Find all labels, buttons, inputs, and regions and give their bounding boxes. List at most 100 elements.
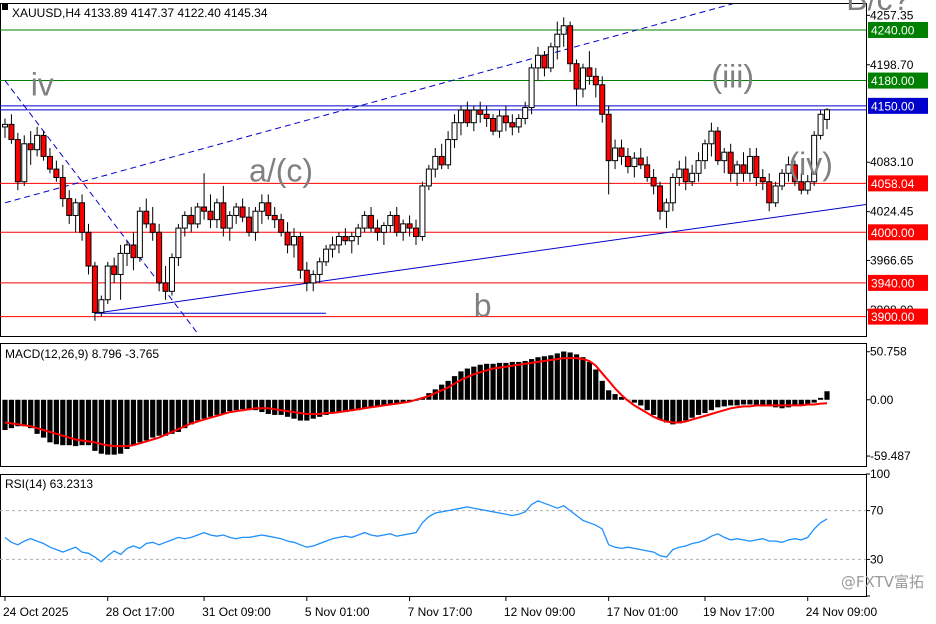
price-chart[interactable]: 4257.354198.704083.104024.453966.653908.… — [0, 0, 936, 624]
candle-up — [734, 164, 741, 174]
macd-histogram-bar — [162, 399, 169, 436]
level-tag-label: 3940.00 — [871, 276, 915, 290]
macd-histogram-bar — [272, 399, 278, 415]
candle-up — [817, 113, 824, 136]
wave-label: iv — [31, 67, 54, 103]
macd-histogram-bar — [336, 399, 342, 413]
candle-up — [290, 236, 297, 246]
candle-up — [181, 214, 188, 229]
macd-histogram-bar — [599, 380, 605, 400]
header-marker-icon — [2, 4, 8, 10]
candle-down — [637, 157, 644, 166]
candle-up — [310, 273, 317, 284]
macd-histogram-bar — [47, 399, 53, 443]
candle-up — [425, 168, 432, 187]
candle-up — [348, 236, 355, 242]
macd-histogram-bar — [657, 399, 663, 420]
watermark: @FXTV富拓 — [840, 573, 924, 591]
x-tick-label: 24 Oct 2025 — [3, 605, 69, 619]
x-tick-label: 12 Nov 09:00 — [504, 605, 576, 619]
macd-histogram-bar — [291, 399, 297, 419]
macd-histogram-bar — [638, 399, 644, 406]
candle-up — [400, 223, 407, 233]
macd-histogram-bar — [451, 376, 458, 400]
level-tag-label: 4058.04 — [871, 177, 915, 191]
macd-histogram-bar — [169, 399, 175, 434]
macd-histogram-bar — [477, 364, 483, 400]
candle-up — [34, 134, 41, 151]
candle-down — [246, 216, 253, 233]
macd-histogram-bar — [541, 356, 548, 400]
candle-down — [59, 177, 66, 200]
macd-histogram-bar — [824, 391, 830, 400]
candle-down — [573, 63, 580, 90]
candle-up — [445, 139, 452, 166]
candle-down — [740, 164, 747, 174]
candle-up — [213, 202, 220, 221]
macd-histogram-bar — [150, 399, 156, 438]
candle-down — [766, 181, 773, 204]
price-y-tick-label: 4198.70 — [870, 58, 914, 72]
candle-down — [477, 109, 484, 115]
candle-down — [188, 214, 195, 225]
candle-down — [91, 265, 98, 313]
candle-down — [162, 282, 169, 292]
candle-up — [663, 202, 670, 212]
candle-down — [644, 164, 651, 179]
macd-histogram-bar — [651, 399, 657, 415]
candle-up — [804, 181, 811, 191]
candle-up — [316, 261, 323, 275]
macd-histogram-bar — [509, 361, 515, 400]
candle-down — [406, 223, 413, 229]
candle-down — [265, 202, 272, 216]
x-tick-label: 17 Nov 01:00 — [607, 605, 679, 619]
candle-down — [592, 75, 599, 86]
macd-histogram-bar — [689, 399, 695, 418]
macd-histogram-bar — [2, 399, 8, 431]
rsi-title: RSI(14) 63.2313 — [5, 477, 93, 491]
macd-histogram-bar — [734, 399, 740, 406]
candle-up — [335, 236, 342, 246]
macd-histogram-bar — [503, 362, 509, 400]
macd-histogram-bar — [471, 366, 477, 400]
candle-up — [72, 202, 79, 216]
macd-title: MACD(12,26,9) 8.796 -3.765 — [5, 347, 159, 361]
candle-up — [2, 123, 8, 128]
candle-down — [27, 143, 34, 151]
candle-down — [714, 130, 721, 162]
macd-histogram-bar — [573, 354, 580, 400]
level-tag-label: 4150.00 — [871, 99, 915, 113]
candle-down — [201, 206, 208, 212]
macd-histogram-bar — [188, 399, 194, 425]
macd-histogram-bar — [195, 399, 201, 421]
macd-histogram-bar — [28, 399, 34, 429]
macd-y-tick-label: -59.487 — [870, 449, 911, 463]
macd-histogram-bar — [695, 399, 702, 415]
macd-histogram-bar — [670, 399, 676, 425]
macd-histogram-bar — [284, 399, 291, 417]
candle-up — [233, 206, 240, 216]
candle-up — [772, 185, 779, 204]
candle-down — [490, 117, 497, 132]
candle-up — [323, 248, 330, 263]
macd-histogram-bar — [143, 399, 149, 441]
candle-down — [483, 113, 490, 119]
macd-histogram-bar — [60, 399, 66, 446]
candle-up — [631, 157, 638, 168]
macd-histogram-bar — [40, 399, 47, 438]
x-tick-label: 19 Nov 17:00 — [703, 605, 775, 619]
macd-histogram-bar — [464, 368, 470, 400]
candle-down — [650, 177, 657, 187]
macd-histogram-bar — [747, 399, 753, 405]
x-tick-label: 24 Nov 09:00 — [806, 605, 878, 619]
macd-histogram-bar — [53, 399, 59, 445]
candle-down — [8, 123, 15, 141]
macd-histogram-bar — [304, 399, 310, 421]
candle-down — [130, 244, 137, 259]
wave-label: B/c? — [846, 0, 910, 17]
candle-up — [194, 206, 201, 225]
macd-histogram-bar — [182, 399, 188, 429]
macd-histogram-bar — [156, 399, 162, 436]
candle-up — [535, 54, 542, 69]
rsi-line — [4, 500, 828, 563]
